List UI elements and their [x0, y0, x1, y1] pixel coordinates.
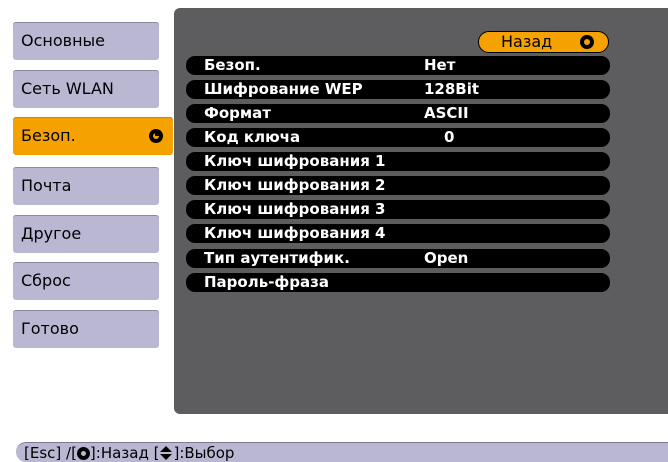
setting-label: Ключ шифрования 4	[204, 224, 386, 242]
sidebar-item-done[interactable]: Готово	[13, 310, 159, 348]
back-button[interactable]: Назад	[478, 31, 609, 53]
sidebar-item-basic[interactable]: Основные	[13, 22, 159, 60]
sidebar-item-label: Другое	[21, 224, 82, 243]
setting-row-passphrase[interactable]: Пароль-фраза	[186, 273, 610, 292]
help-statusbar: [Esc] /[ ]:Назад [ ]:Выбор	[16, 442, 668, 462]
sidebar-item-wlan[interactable]: Сеть WLAN	[13, 70, 159, 108]
enter-icon	[76, 447, 90, 460]
setting-row-auth-type[interactable]: Тип аутентифик. Open	[186, 249, 610, 268]
statusbar-text-select: ]:Выбор	[173, 444, 235, 462]
setting-value: Нет	[424, 56, 456, 74]
sidebar-item-label: Готово	[21, 319, 79, 338]
setting-value: 128Bit	[424, 80, 480, 98]
setting-row-key-2[interactable]: Ключ шифрования 2	[186, 176, 610, 195]
sidebar-item-label: Основные	[21, 31, 106, 50]
setting-label: Ключ шифрования 2	[204, 176, 386, 194]
sidebar-item-label: Сброс	[21, 271, 71, 290]
setting-label: Пароль-фраза	[204, 273, 329, 291]
setting-label: Код ключа	[204, 128, 301, 146]
setting-label: Формат	[204, 104, 271, 122]
setting-value: ASCII	[424, 104, 469, 122]
setting-row-security[interactable]: Безоп. Нет	[186, 56, 610, 75]
setting-row-key-1[interactable]: Ключ шифрования 1	[186, 152, 610, 171]
setting-row-format[interactable]: Формат ASCII	[186, 104, 610, 123]
sidebar-item-reset[interactable]: Сброс	[13, 262, 159, 300]
enter-icon	[580, 35, 594, 49]
sidebar-item-label: Безоп.	[21, 126, 76, 145]
setting-label: Шифрование WEP	[204, 80, 363, 98]
setting-row-key-3[interactable]: Ключ шифрования 3	[186, 200, 610, 219]
sidebar-item-label: Сеть WLAN	[21, 79, 114, 98]
setting-row-key-id[interactable]: Код ключа 0	[186, 128, 610, 147]
sidebar-item-security[interactable]: Безоп.	[13, 117, 173, 155]
enter-icon	[149, 129, 163, 143]
setting-value: 0	[444, 128, 455, 146]
setting-label: Ключ шифрования 1	[204, 152, 386, 170]
statusbar-text-back: ]:Назад [	[89, 444, 160, 462]
back-button-label: Назад	[501, 32, 553, 51]
sidebar-item-other[interactable]: Другое	[13, 215, 159, 253]
sidebar-item-label: Почта	[21, 176, 72, 195]
setting-label: Безоп.	[204, 56, 261, 74]
setting-row-key-4[interactable]: Ключ шифрования 4	[186, 224, 610, 243]
setting-label: Тип аутентифик.	[204, 249, 350, 267]
statusbar-text-esc: [Esc] /[	[24, 444, 77, 462]
sidebar-item-mail[interactable]: Почта	[13, 167, 159, 205]
up-down-arrow-icon	[159, 445, 173, 460]
setting-label: Ключ шифрования 3	[204, 200, 386, 218]
setting-row-wep[interactable]: Шифрование WEP 128Bit	[186, 80, 610, 99]
setting-value: Open	[424, 249, 469, 267]
